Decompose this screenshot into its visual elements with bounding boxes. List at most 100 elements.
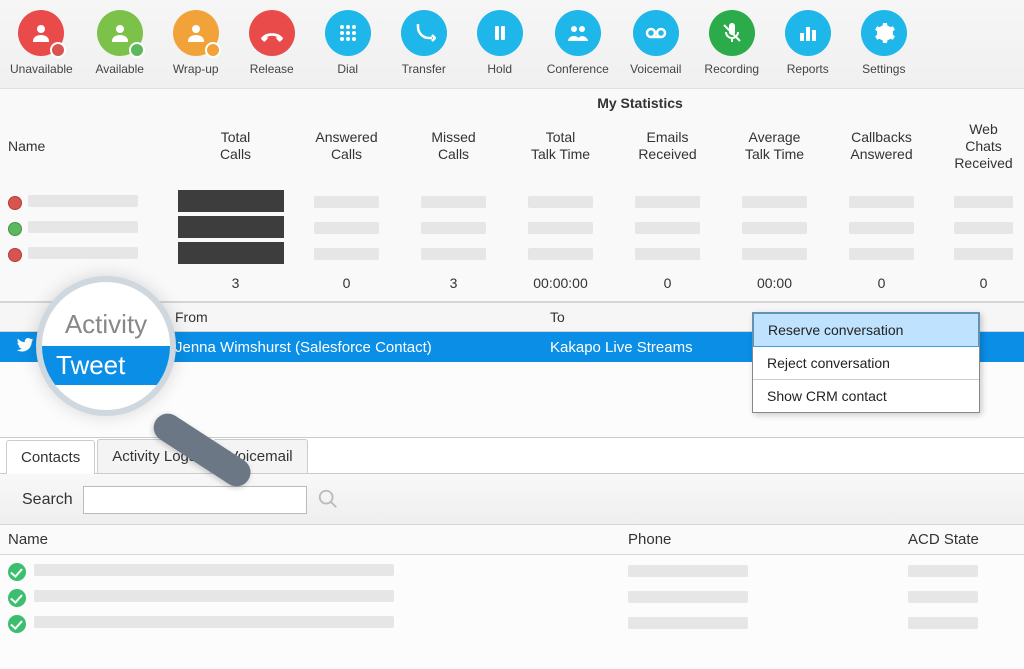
- placeholder-bar: [849, 222, 913, 234]
- contacts-col-1: Phone: [628, 531, 908, 548]
- user-unavailable-icon: [18, 10, 64, 56]
- placeholder-bar: [28, 247, 138, 259]
- placeholder-bar: [28, 195, 138, 207]
- available-button[interactable]: Available: [91, 10, 149, 76]
- contacts-col-0: Name: [8, 531, 628, 548]
- placeholder-bar: [908, 565, 978, 577]
- placeholder-bar: [908, 617, 978, 629]
- toolbar-label: Wrap-up: [173, 62, 219, 76]
- main-toolbar: Unavailable Available Wrap-up Release Dial Tr…: [0, 0, 1024, 89]
- stats-rows: [0, 189, 1024, 267]
- settings-button[interactable]: Settings: [855, 10, 913, 76]
- search-icon[interactable]: [317, 488, 339, 513]
- contact-row[interactable]: [8, 585, 1024, 611]
- placeholder-bar: [742, 222, 806, 234]
- contacts-rows: [0, 555, 1024, 637]
- toolbar-label: Dial: [337, 62, 358, 76]
- toolbar-label: Hold: [487, 62, 512, 76]
- toolbar-label: Release: [250, 62, 294, 76]
- placeholder-bar: [628, 591, 748, 603]
- bottom-tabs: ContactsActivity LogsVoicemail: [0, 437, 1024, 473]
- user-wrapup-icon: [173, 10, 219, 56]
- voicemail-button[interactable]: Voicemail: [627, 10, 685, 76]
- stats-col-1: TotalCalls: [178, 129, 293, 163]
- status-dot-icon: [8, 196, 22, 210]
- placeholder-bar: [178, 216, 284, 238]
- stats-total-5: 0: [614, 275, 721, 291]
- stats-total-8: 0: [935, 275, 1024, 291]
- stats-total-6: 00:00: [721, 275, 828, 291]
- placeholder-bar: [628, 565, 748, 577]
- placeholder-bar: [34, 616, 394, 628]
- toolbar-label: Unavailable: [10, 62, 73, 76]
- stats-total-2: 0: [293, 275, 400, 291]
- placeholder-bar: [635, 248, 699, 260]
- contacts-header-row: NamePhoneACD State: [0, 525, 1024, 555]
- status-badge: [205, 42, 221, 58]
- check-icon: [8, 589, 26, 607]
- placeholder-bar: [421, 222, 485, 234]
- stats-row[interactable]: [8, 241, 1024, 267]
- search-label: Search: [22, 491, 73, 509]
- toolbar-label: Available: [95, 62, 143, 76]
- stats-header-row: NameTotalCallsAnsweredCallsMissedCallsTo…: [0, 115, 1024, 189]
- placeholder-bar: [742, 248, 806, 260]
- col-from: From: [175, 309, 550, 325]
- conference-button[interactable]: Conference: [547, 10, 609, 76]
- context-menu: Reserve conversationReject conversationS…: [752, 312, 980, 413]
- placeholder-bar: [314, 222, 378, 234]
- tab-contacts[interactable]: Contacts: [6, 440, 95, 474]
- toolbar-label: Conference: [547, 62, 609, 76]
- stats-row[interactable]: [8, 215, 1024, 241]
- contact-row[interactable]: [8, 559, 1024, 585]
- stats-col-4: TotalTalk Time: [507, 129, 614, 163]
- ctx-item-reserve-conversation[interactable]: Reserve conversation: [753, 313, 979, 347]
- dialpad-icon: [325, 10, 371, 56]
- magnifier-overlay: Activity Tweet: [36, 276, 176, 416]
- placeholder-bar: [849, 196, 913, 208]
- placeholder-bar: [954, 222, 1012, 234]
- activity-panel: From To Duration Jenna Wimshurst (Salesf…: [0, 302, 1024, 437]
- hold-button[interactable]: Hold: [471, 10, 529, 76]
- twitter-icon: [16, 336, 34, 358]
- placeholder-bar: [314, 248, 378, 260]
- bar-chart-icon: [785, 10, 831, 56]
- placeholder-bar: [421, 248, 485, 260]
- transfer-button[interactable]: Transfer: [395, 10, 453, 76]
- magnifier-label-tweet: Tweet: [42, 346, 170, 385]
- dial-button[interactable]: Dial: [319, 10, 377, 76]
- recording-button[interactable]: Recording: [703, 10, 761, 76]
- stats-total-1: 3: [178, 275, 293, 291]
- status-dot-icon: [8, 222, 22, 236]
- placeholder-bar: [178, 242, 284, 264]
- stats-col-6: AverageTalk Time: [721, 129, 828, 163]
- placeholder-bar: [528, 222, 592, 234]
- toolbar-label: Reports: [787, 62, 829, 76]
- stats-col-5: EmailsReceived: [614, 129, 721, 163]
- transfer-icon: [401, 10, 447, 56]
- status-badge: [50, 42, 66, 58]
- toolbar-label: Recording: [704, 62, 759, 76]
- wrap-up-button[interactable]: Wrap-up: [167, 10, 225, 76]
- search-input[interactable]: [83, 486, 307, 514]
- status-dot-icon: [8, 248, 22, 262]
- stats-col-0: Name: [8, 138, 178, 155]
- release-button[interactable]: Release: [243, 10, 301, 76]
- stats-row[interactable]: [8, 189, 1024, 215]
- stats-title: My Statistics: [540, 89, 740, 115]
- placeholder-bar: [178, 190, 284, 212]
- ctx-item-reject-conversation[interactable]: Reject conversation: [753, 347, 979, 380]
- reports-button[interactable]: Reports: [779, 10, 837, 76]
- stats-col-3: MissedCalls: [400, 129, 507, 163]
- stats-col-8: WebChats Received: [935, 121, 1024, 171]
- contacts-col-2: ACD State: [908, 531, 1024, 548]
- stats-col-7: CallbacksAnswered: [828, 129, 935, 163]
- voicemail-icon: [633, 10, 679, 56]
- ctx-item-show-crm-contact[interactable]: Show CRM contact: [753, 380, 979, 412]
- placeholder-bar: [314, 196, 378, 208]
- phone-down-icon: [249, 10, 295, 56]
- contact-row[interactable]: [8, 611, 1024, 637]
- unavailable-button[interactable]: Unavailable: [10, 10, 73, 76]
- placeholder-bar: [954, 248, 1012, 260]
- placeholder-bar: [34, 590, 394, 602]
